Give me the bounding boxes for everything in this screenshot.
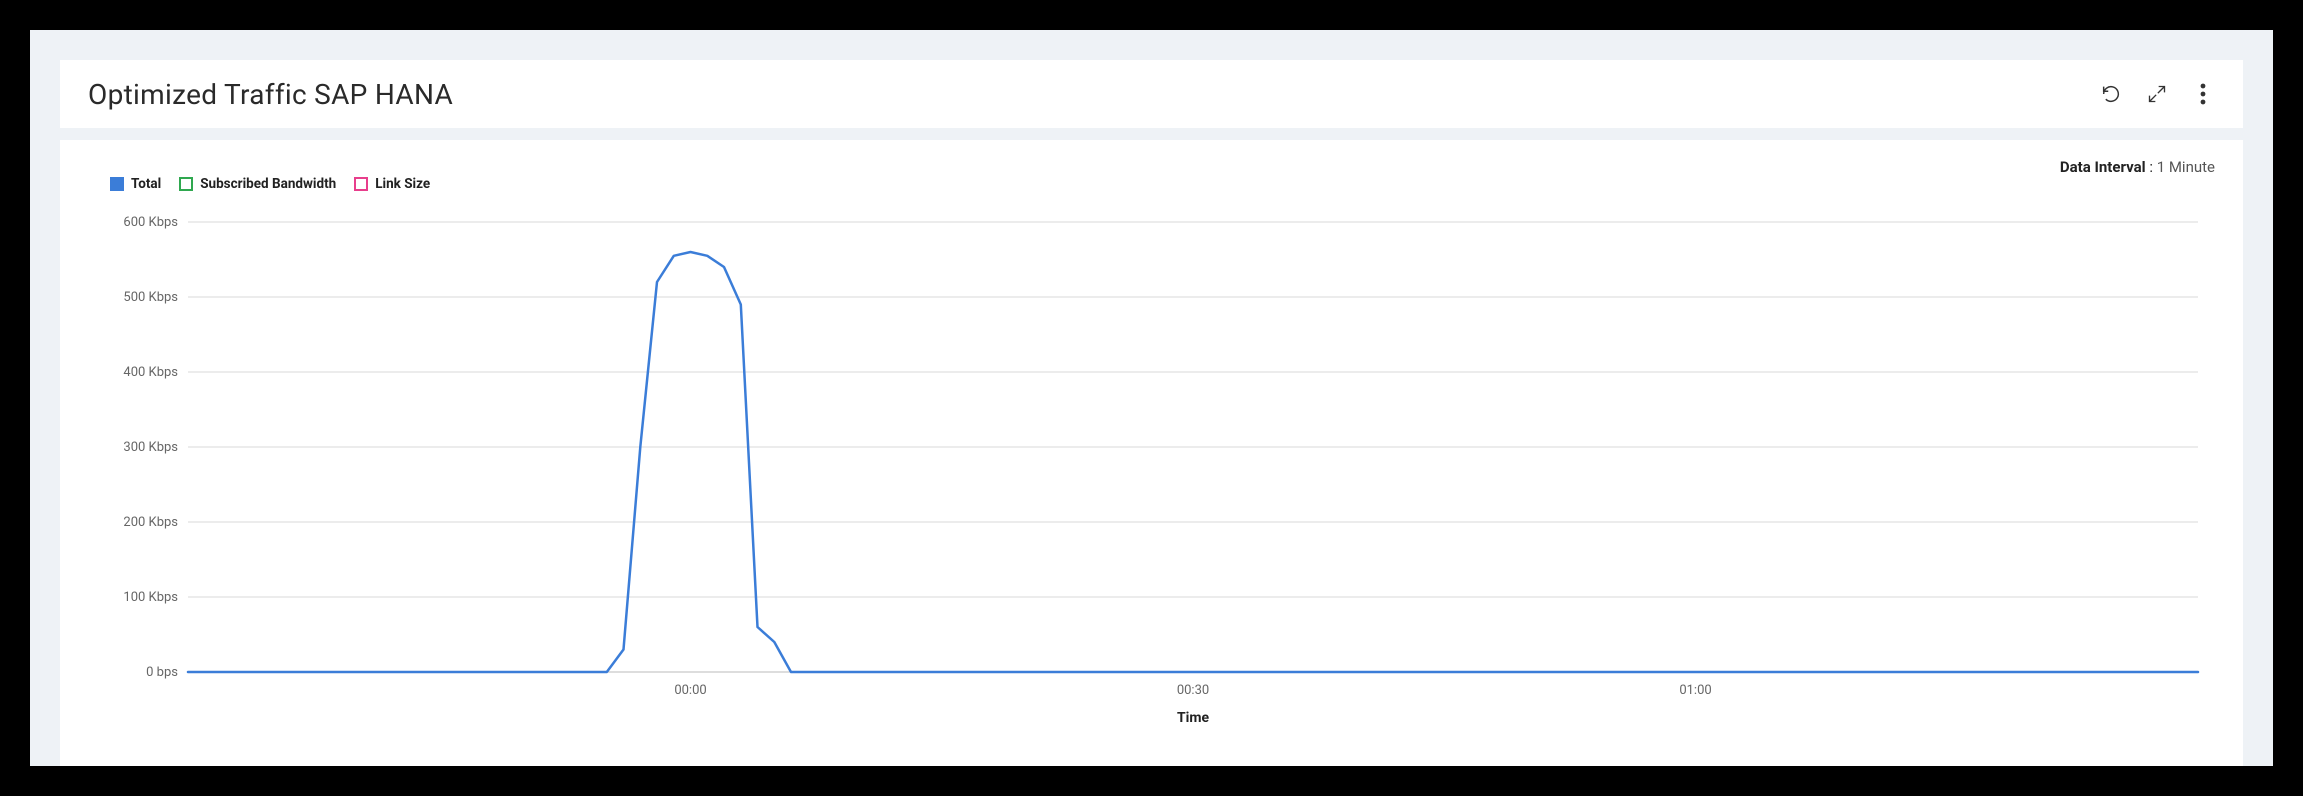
page-container: Optimized Traffic SAP HANA Total Subscrib… xyxy=(30,30,2273,766)
svg-text:0 bps: 0 bps xyxy=(146,665,178,680)
expand-icon[interactable] xyxy=(2145,82,2169,106)
legend-label: Subscribed Bandwidth xyxy=(200,176,336,192)
svg-text:01:00: 01:00 xyxy=(1679,683,1711,698)
data-interval-label: Data Interval xyxy=(2060,158,2146,176)
data-interval-value: 1 Minute xyxy=(2157,158,2215,176)
svg-text:00:00: 00:00 xyxy=(674,683,706,698)
legend-swatch xyxy=(179,177,193,191)
chart-panel: Total Subscribed Bandwidth Link Size Data … xyxy=(60,140,2243,766)
legend-label: Total xyxy=(131,176,161,192)
legend-label: Link Size xyxy=(375,176,430,192)
svg-text:00:30: 00:30 xyxy=(1177,683,1209,698)
header-actions xyxy=(2099,82,2215,106)
legend-item-subscribed-bandwidth[interactable]: Subscribed Bandwidth xyxy=(179,176,336,192)
chart-top-row: Total Subscribed Bandwidth Link Size Data … xyxy=(88,158,2215,192)
svg-text:600 Kbps: 600 Kbps xyxy=(123,215,178,230)
legend-item-total[interactable]: Total xyxy=(110,176,161,192)
legend-swatch xyxy=(110,177,124,191)
legend-swatch xyxy=(354,177,368,191)
svg-text:300 Kbps: 300 Kbps xyxy=(123,440,178,455)
svg-text:Time: Time xyxy=(1177,710,1210,726)
chart-plot-area: 0 bps 100 Kbps 200 Kbps 300 Kbps 400 Kbps 500… xyxy=(88,202,2215,742)
chart-title: Optimized Traffic SAP HANA xyxy=(88,78,453,111)
refresh-icon[interactable] xyxy=(2099,82,2123,106)
svg-text:200 Kbps: 200 Kbps xyxy=(123,515,178,530)
data-interval: Data Interval : 1 Minute xyxy=(2060,158,2215,176)
more-options-icon[interactable] xyxy=(2191,82,2215,106)
legend-item-link-size[interactable]: Link Size xyxy=(354,176,430,192)
svg-text:500 Kbps: 500 Kbps xyxy=(123,290,178,305)
svg-text:400 Kbps: 400 Kbps xyxy=(123,365,178,380)
legend: Total Subscribed Bandwidth Link Size xyxy=(110,176,430,192)
chart-header-panel: Optimized Traffic SAP HANA xyxy=(60,60,2243,128)
svg-text:100 Kbps: 100 Kbps xyxy=(123,590,178,605)
chart-svg: 0 bps 100 Kbps 200 Kbps 300 Kbps 400 Kbps 500… xyxy=(88,202,2208,742)
